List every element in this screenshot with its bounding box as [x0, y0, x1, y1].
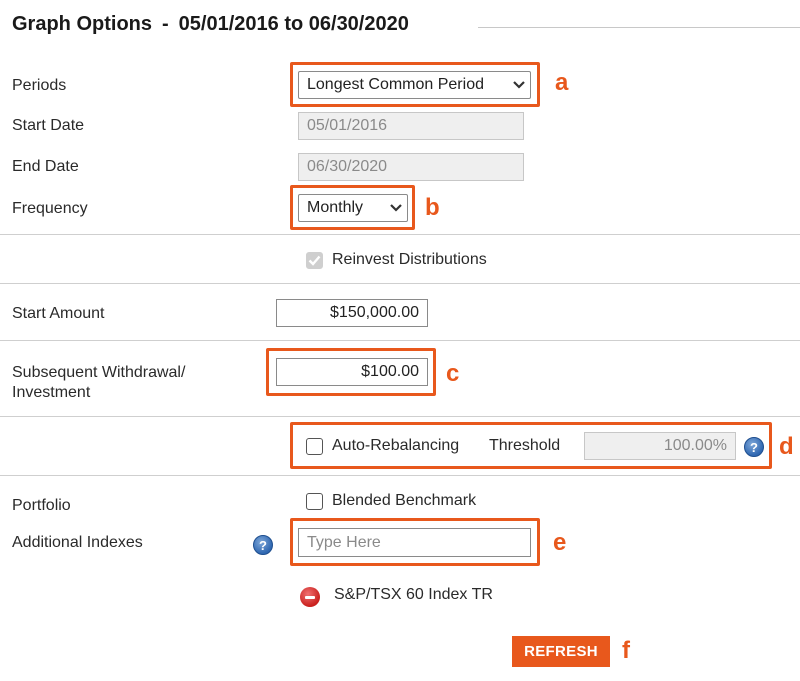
remove-icon[interactable] [300, 587, 320, 607]
chevron-down-icon [385, 195, 407, 221]
section-divider [0, 234, 800, 235]
auto-rebalancing-label: Auto-Rebalancing [332, 437, 460, 454]
title-divider [478, 27, 800, 28]
periods-select[interactable]: Longest Common Period [298, 71, 531, 99]
subsequent-label-line1: Subsequent Withdrawal/ [12, 364, 186, 381]
additional-indexes-label: Additional Indexes [12, 534, 143, 551]
refresh-button[interactable]: REFRESH [512, 636, 610, 667]
title-separator: - [162, 13, 169, 35]
start-amount-value: $150,000.00 [330, 304, 419, 321]
callout-letter-d: d [779, 433, 794, 460]
end-date-value: 06/30/2020 [307, 158, 388, 175]
section-divider [0, 416, 800, 417]
help-icon[interactable]: ? [253, 535, 273, 555]
help-icon[interactable]: ? [744, 437, 764, 457]
chevron-down-icon [508, 72, 530, 98]
start-date-field: 05/01/2016 [298, 112, 524, 140]
subsequent-label-line2: Investment [12, 384, 91, 401]
frequency-label: Frequency [12, 200, 88, 217]
start-date-label: Start Date [12, 117, 85, 134]
threshold-value: 100.00% [663, 437, 727, 454]
additional-indexes-input[interactable]: Type Here [298, 528, 531, 557]
start-date-value: 05/01/2016 [307, 117, 388, 134]
selected-index-item: S&P/TSX 60 Index TR [334, 586, 493, 603]
callout-letter-c: c [446, 360, 460, 387]
page-title: Graph Options -05/01/2016 to 06/30/2020 [12, 13, 409, 36]
title-text: Graph Options [12, 13, 152, 35]
periods-select-value: Longest Common Period [307, 76, 484, 93]
frequency-select-value: Monthly [307, 199, 364, 216]
end-date-label: End Date [12, 158, 79, 175]
callout-letter-b: b [425, 194, 440, 221]
frequency-select[interactable]: Monthly [298, 194, 408, 222]
additional-indexes-placeholder: Type Here [307, 533, 381, 551]
portfolio-label: Portfolio [12, 497, 71, 514]
section-divider [0, 283, 800, 284]
periods-label: Periods [12, 77, 67, 94]
callout-letter-a: a [555, 69, 569, 96]
callout-letter-e: e [553, 529, 567, 556]
auto-rebalancing-checkbox[interactable] [306, 438, 323, 455]
start-amount-label: Start Amount [12, 305, 105, 322]
threshold-label: Threshold [489, 437, 561, 454]
blended-benchmark-checkbox[interactable] [306, 493, 323, 510]
subsequent-amount-value: $100.00 [361, 363, 419, 380]
end-date-field: 06/30/2020 [298, 153, 524, 181]
start-amount-input[interactable]: $150,000.00 [276, 299, 428, 327]
section-divider [0, 475, 800, 476]
subsequent-amount-input[interactable]: $100.00 [276, 358, 428, 386]
checkmark-icon [308, 255, 321, 266]
threshold-input: 100.00% [584, 432, 736, 460]
blended-benchmark-label: Blended Benchmark [332, 492, 477, 509]
title-date-range: 05/01/2016 to 06/30/2020 [178, 13, 409, 35]
section-divider [0, 340, 800, 341]
callout-letter-f: f [622, 637, 630, 664]
reinvest-checkbox [306, 252, 323, 269]
reinvest-label: Reinvest Distributions [332, 251, 487, 268]
